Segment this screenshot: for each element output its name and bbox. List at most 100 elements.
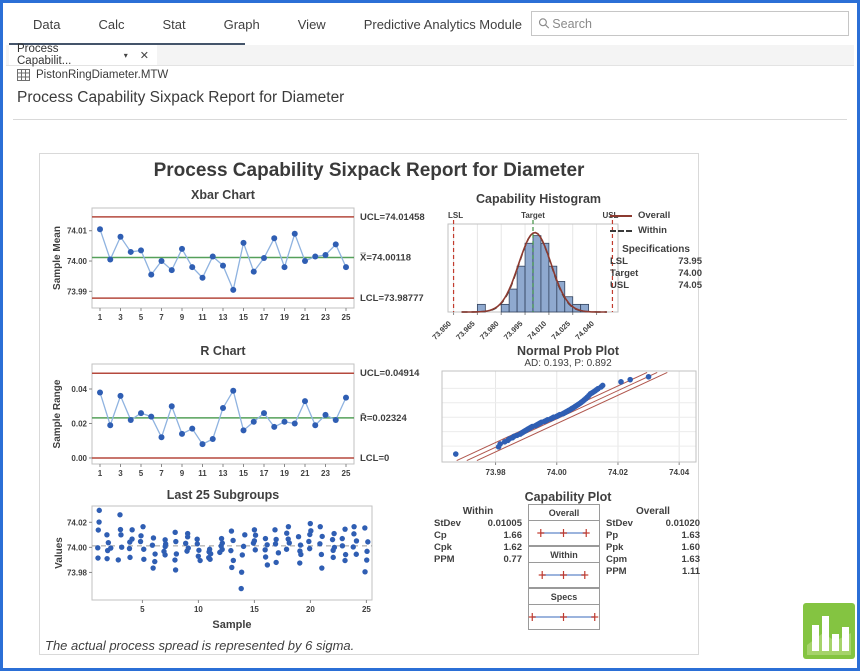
svg-text:X̿=74.00118: X̿=74.00118 — [360, 251, 411, 263]
svg-text:25: 25 — [342, 469, 351, 478]
specifications-title: Specifications — [610, 244, 702, 255]
minitab-logo-icon — [803, 603, 855, 659]
capability-histogram-title: Capability Histogram — [436, 192, 641, 206]
svg-text:5: 5 — [139, 313, 144, 322]
overall-stats-table: StDev0.01020Pp1.63Ppk1.60Cpm1.63PPM1.11 — [606, 518, 700, 578]
xbar-chart-title: Xbar Chart — [48, 188, 398, 202]
capability-interval-chart: Overall Within Specs — [528, 504, 600, 635]
overall-stats: Overall StDev0.01020Pp1.63Ppk1.60Cpm1.63… — [606, 506, 700, 578]
overall-stats-title: Overall — [606, 506, 700, 517]
specifications-table: LSL73.95Target74.00USL74.05 — [610, 256, 702, 292]
app-window: Data Calc Stat Graph View Predictive Ana… — [0, 0, 860, 671]
svg-text:UCL=74.01458: UCL=74.01458 — [360, 212, 425, 223]
menu-calc[interactable]: Calc — [98, 17, 124, 32]
svg-text:11: 11 — [198, 469, 207, 478]
search-box[interactable] — [531, 11, 849, 36]
report-footnote: The actual process spread is represented… — [45, 638, 354, 653]
chevron-down-icon[interactable]: ▾ — [124, 51, 128, 60]
stat-row: Cp1.66 — [434, 530, 522, 542]
search-icon — [538, 17, 550, 30]
svg-text:25: 25 — [362, 605, 371, 614]
menu-bar: Data Calc Stat Graph View Predictive Ana… — [3, 6, 522, 43]
menu-graph[interactable]: Graph — [224, 17, 260, 32]
menu-view[interactable]: View — [298, 17, 326, 32]
svg-text:19: 19 — [280, 469, 289, 478]
legend-overall-label: Overall — [638, 210, 670, 221]
normal-prob-plot-subtitle: AD: 0.193, P: 0.892 — [434, 358, 702, 369]
svg-text:15: 15 — [239, 313, 248, 322]
svg-text:Sample: Sample — [212, 619, 251, 631]
svg-text:74.02: 74.02 — [608, 468, 629, 477]
svg-text:0.04: 0.04 — [71, 385, 87, 394]
last-25-subgroups-chart: 73.9874.0074.02510152025SampleValues — [48, 504, 433, 639]
svg-text:Overall: Overall — [549, 508, 580, 518]
menu-stat[interactable]: Stat — [162, 17, 185, 32]
svg-text:LSL: LSL — [448, 211, 463, 220]
close-icon[interactable]: ✕ — [140, 49, 149, 62]
svg-text:74.04: 74.04 — [669, 468, 690, 477]
report-title: Process Capability Sixpack Report for Di… — [40, 160, 698, 182]
stat-row: LSL73.95 — [610, 256, 702, 268]
svg-text:73.950: 73.950 — [432, 319, 453, 342]
svg-text:10: 10 — [194, 605, 203, 614]
worksheet-name: PistonRingDiameter.MTW — [36, 69, 168, 81]
svg-text:73.98: 73.98 — [486, 468, 507, 477]
overall-line-sample — [610, 215, 632, 217]
svg-text:17: 17 — [260, 469, 269, 478]
svg-text:3: 3 — [118, 469, 123, 478]
worksheet-row[interactable]: PistonRingDiameter.MTW — [17, 69, 168, 81]
stat-row: PPM0.77 — [434, 554, 522, 566]
svg-text:R̄=0.02324: R̄=0.02324 — [360, 413, 407, 424]
within-stats-title: Within — [434, 506, 522, 517]
within-stats-table: StDev0.01005Cp1.66Cpk1.62PPM0.77 — [434, 518, 522, 566]
menu-data[interactable]: Data — [33, 17, 60, 32]
svg-text:74.01: 74.01 — [67, 227, 88, 236]
svg-text:5: 5 — [140, 605, 145, 614]
svg-text:13: 13 — [219, 469, 228, 478]
xbar-chart: 73.9974.0074.01135791113151719212325UCL=… — [48, 202, 433, 339]
svg-text:0.00: 0.00 — [71, 454, 87, 463]
svg-text:3: 3 — [118, 313, 123, 322]
svg-text:7: 7 — [159, 313, 164, 322]
svg-text:11: 11 — [198, 313, 207, 322]
rchart-svg: 0.000.020.04135791113151719212325UCL=0.0… — [48, 358, 433, 490]
header-divider — [13, 119, 847, 120]
svg-text:74.025: 74.025 — [550, 319, 573, 342]
svg-text:Sample Range: Sample Range — [52, 379, 63, 448]
svg-text:Specs: Specs — [551, 592, 578, 602]
capability-plot-svg: Overall Within Specs — [528, 504, 600, 630]
histogram-legend: Overall Within Specifications LSL73.95Ta… — [610, 210, 702, 292]
stat-row: StDev0.01005 — [434, 518, 522, 530]
svg-text:5: 5 — [139, 469, 144, 478]
normal-prob-plot-chart: 73.98 74.00 74.02 74.04 — [434, 370, 704, 485]
normal-prob-plot-svg: 73.98 74.00 74.02 74.04 — [434, 370, 704, 480]
svg-text:74.00: 74.00 — [547, 468, 568, 477]
r-chart: 0.000.020.04135791113151719212325UCL=0.0… — [48, 358, 433, 495]
menu-predictive-analytics-module[interactable]: Predictive Analytics Module — [364, 17, 522, 32]
svg-text:23: 23 — [321, 469, 330, 478]
stat-row: Cpm1.63 — [606, 554, 700, 566]
report-canvas: Process Capability Sixpack Report for Di… — [39, 153, 699, 655]
svg-text:15: 15 — [239, 469, 248, 478]
svg-text:73.995: 73.995 — [502, 319, 525, 342]
r-chart-title: R Chart — [48, 344, 398, 358]
svg-text:LCL=73.98777: LCL=73.98777 — [360, 293, 424, 304]
svg-text:17: 17 — [260, 313, 269, 322]
svg-text:73.980: 73.980 — [478, 319, 501, 342]
stat-row: Cpk1.62 — [434, 542, 522, 554]
svg-text:Within: Within — [550, 550, 577, 560]
svg-text:23: 23 — [321, 313, 330, 322]
svg-text:74.00: 74.00 — [67, 257, 88, 266]
legend-within: Within — [610, 225, 702, 236]
search-input[interactable] — [550, 16, 842, 32]
svg-text:Target: Target — [521, 211, 545, 220]
stat-row: Pp1.63 — [606, 530, 700, 542]
tab-label: Process Capabilit... — [17, 43, 114, 67]
tab-process-capability[interactable]: Process Capabilit... ▾ ✕ — [9, 45, 157, 65]
xbar-svg: 73.9974.0074.01135791113151719212325UCL=… — [48, 202, 433, 334]
stat-row: PPM1.11 — [606, 566, 700, 578]
within-line-sample — [610, 230, 632, 232]
within-stats: Within StDev0.01005Cp1.66Cpk1.62PPM0.77 — [434, 506, 522, 566]
svg-text:21: 21 — [301, 469, 310, 478]
worksheet-grid-icon — [17, 69, 30, 81]
